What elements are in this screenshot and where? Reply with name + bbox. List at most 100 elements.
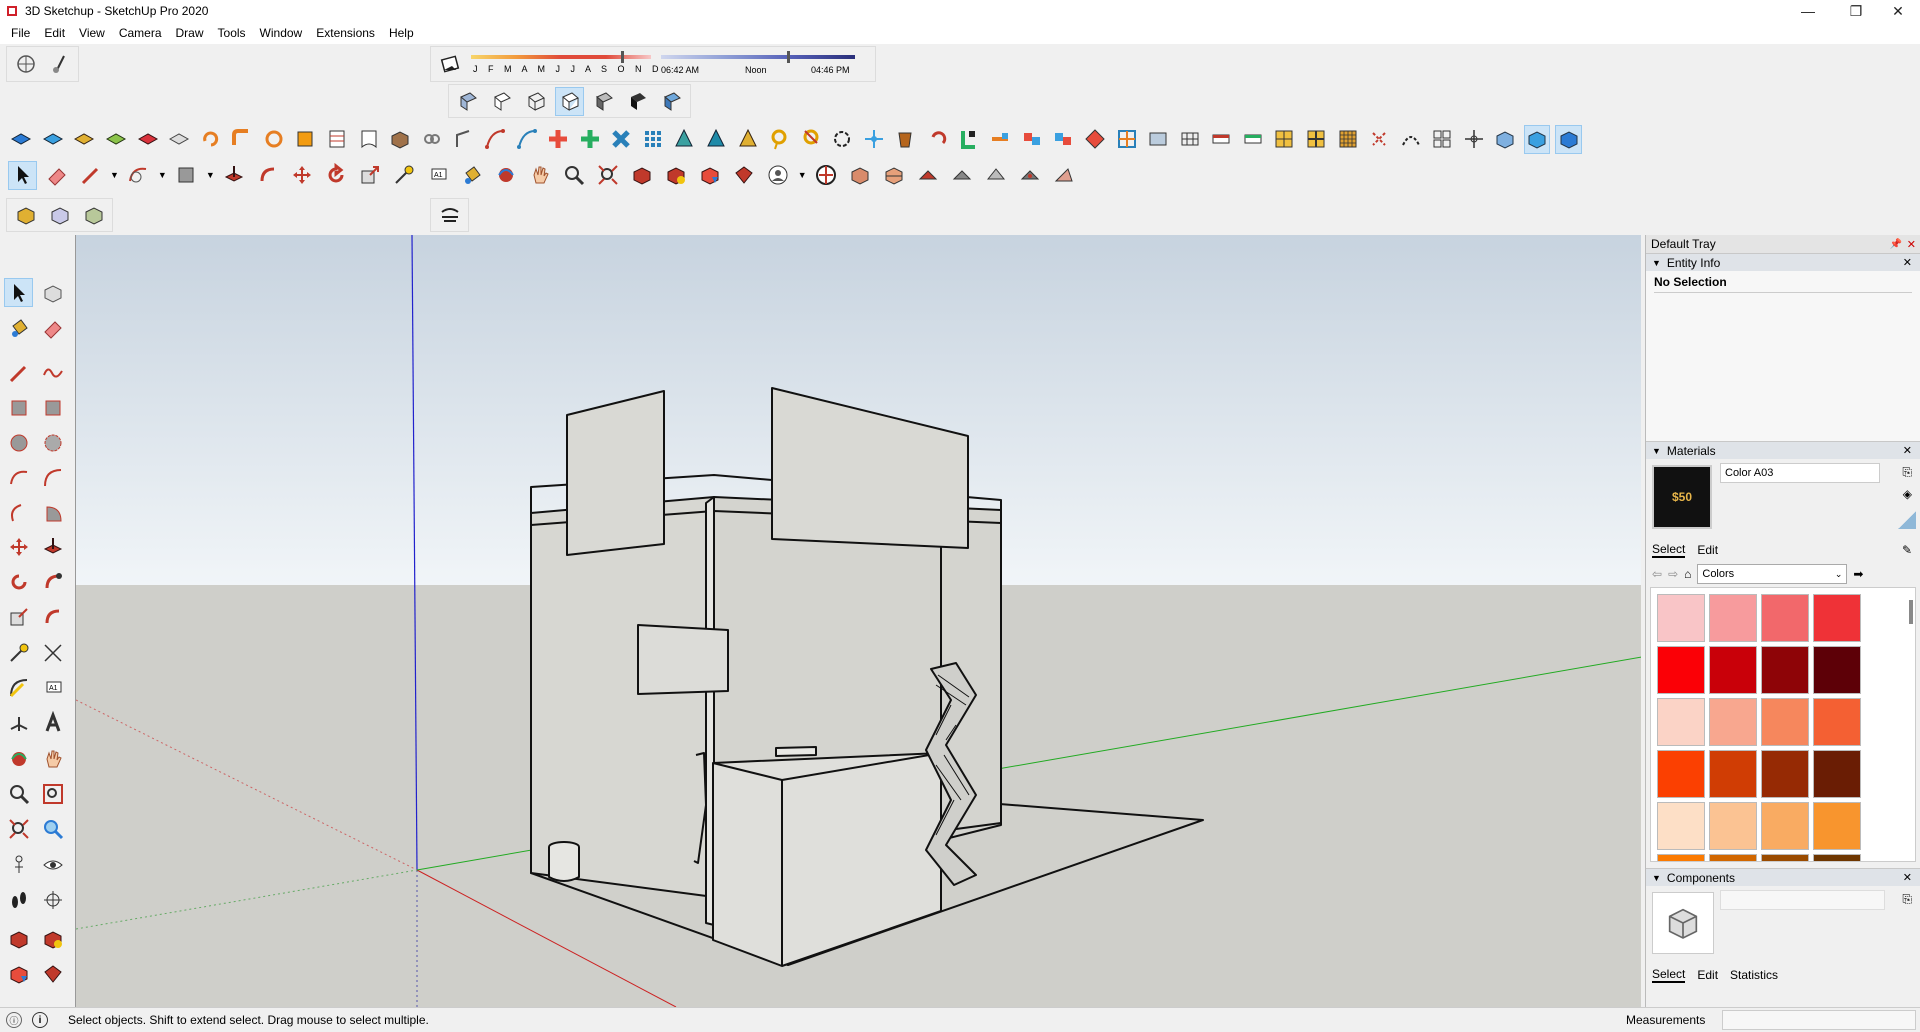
- offset-icon[interactable]: [261, 125, 288, 154]
- tray-close-icon[interactable]: ✕: [1907, 238, 1916, 251]
- component-name-field[interactable]: [1720, 890, 1885, 910]
- share-model-icon[interactable]: [662, 161, 691, 190]
- delete-point-icon[interactable]: [608, 125, 635, 154]
- soften-edges-icon[interactable]: [435, 201, 464, 230]
- color-swatch[interactable]: [1761, 594, 1809, 642]
- join-icon[interactable]: [1019, 125, 1046, 154]
- menu-file[interactable]: File: [4, 26, 37, 40]
- color-swatch[interactable]: [1813, 854, 1861, 861]
- add-point-icon[interactable]: [545, 125, 572, 154]
- profile-icon[interactable]: [450, 125, 477, 154]
- outer-shell-icon[interactable]: [11, 201, 40, 230]
- sandbox-flip-icon[interactable]: [1050, 161, 1079, 190]
- color-swatch[interactable]: [1761, 698, 1809, 746]
- follow-me-tool-icon[interactable]: [254, 161, 283, 190]
- menu-tools[interactable]: Tools: [211, 26, 253, 40]
- components-close-icon[interactable]: ✕: [1903, 871, 1912, 884]
- move-icon[interactable]: [4, 532, 33, 561]
- pyramid-icon[interactable]: [703, 125, 730, 154]
- rotated-rectangle-icon[interactable]: [38, 393, 67, 422]
- chain-icon[interactable]: [419, 125, 446, 154]
- color-swatch[interactable]: [1813, 698, 1861, 746]
- position-camera-icon[interactable]: [4, 850, 33, 879]
- xray-icon[interactable]: [453, 87, 482, 116]
- shape-dropdown-icon[interactable]: ▼: [206, 170, 215, 180]
- follow-me-left-icon[interactable]: [38, 567, 67, 596]
- select-tool-icon[interactable]: [8, 160, 37, 190]
- color-swatch[interactable]: [1657, 854, 1705, 861]
- tent-icon[interactable]: [734, 125, 761, 154]
- select-icon[interactable]: [4, 278, 33, 307]
- protractor-icon[interactable]: [4, 673, 33, 702]
- color-swatch[interactable]: [1709, 646, 1757, 694]
- sandbox-drape-icon[interactable]: [982, 161, 1011, 190]
- color-swatch[interactable]: [1761, 802, 1809, 850]
- rotate-tool-icon[interactable]: [322, 161, 351, 190]
- month-slider[interactable]: J F M A M J J A S O N D: [469, 49, 659, 79]
- curve-handles-icon[interactable]: [513, 125, 540, 154]
- mesh-icon[interactable]: [1176, 125, 1203, 154]
- rectangle-tool-icon[interactable]: [292, 125, 319, 154]
- sandbox-stamp-icon[interactable]: [948, 161, 977, 190]
- section-plane-left-icon[interactable]: [38, 885, 67, 914]
- grid-fill-icon[interactable]: [1271, 125, 1298, 154]
- polygon-icon[interactable]: [38, 428, 67, 457]
- scale-icon[interactable]: [4, 602, 33, 631]
- color-swatch[interactable]: [1709, 594, 1757, 642]
- default-material-icon[interactable]: [1898, 511, 1916, 529]
- box-icon[interactable]: [387, 125, 414, 154]
- move-tool-icon[interactable]: [288, 161, 317, 190]
- sandbox-smoove-icon[interactable]: [914, 161, 943, 190]
- zoom-window-icon[interactable]: [38, 779, 67, 808]
- sandbox-detail-icon[interactable]: [1016, 161, 1045, 190]
- undo-curve-icon[interactable]: [924, 125, 951, 154]
- eraser-tool-icon[interactable]: [42, 161, 71, 190]
- zoom-left-icon[interactable]: [4, 779, 33, 808]
- grid-icon[interactable]: [324, 125, 351, 154]
- orbit-left-icon[interactable]: [4, 744, 33, 773]
- text-icon[interactable]: A1: [38, 673, 67, 702]
- back-edges-icon[interactable]: [487, 87, 516, 116]
- color-swatch[interactable]: [1657, 594, 1705, 642]
- extension-warehouse-left-icon[interactable]: [38, 959, 67, 988]
- array-icon[interactable]: [640, 125, 667, 154]
- add-detail-icon[interactable]: [166, 125, 193, 154]
- pan-left-icon[interactable]: [38, 744, 67, 773]
- toggle-terrain-icon[interactable]: [45, 50, 74, 79]
- color-swatch[interactable]: [1657, 698, 1705, 746]
- entity-info-header[interactable]: ▼ Entity Info ✕: [1646, 253, 1920, 271]
- user-account-icon[interactable]: [764, 161, 793, 190]
- color-swatch[interactable]: [1761, 750, 1809, 798]
- color-swatch[interactable]: [1813, 646, 1861, 694]
- color-swatch[interactable]: [1657, 802, 1705, 850]
- minimize-button[interactable]: —: [1786, 0, 1830, 22]
- color-swatch[interactable]: [1813, 750, 1861, 798]
- stamp-icon[interactable]: [103, 125, 130, 154]
- instructor-icon[interactable]: i: [32, 1012, 48, 1028]
- components-edit-tab[interactable]: Edit: [1697, 968, 1718, 982]
- smoove-icon[interactable]: [71, 125, 98, 154]
- extend-icon[interactable]: [987, 125, 1014, 154]
- line-dropdown-icon[interactable]: ▼: [110, 170, 119, 180]
- push-pull-icon[interactable]: [220, 161, 249, 190]
- drape-icon[interactable]: [134, 125, 161, 154]
- lasso-remove-icon[interactable]: [797, 125, 824, 154]
- menu-camera[interactable]: Camera: [112, 26, 169, 40]
- component-options-icon[interactable]: [1492, 125, 1519, 154]
- slab-icon[interactable]: [1208, 125, 1235, 154]
- model-canvas[interactable]: [76, 235, 1641, 1007]
- pan-icon[interactable]: [526, 161, 555, 190]
- color-swatch[interactable]: [1709, 854, 1757, 861]
- components-header[interactable]: ▼ Components ✕: [1646, 868, 1920, 886]
- roof-icon[interactable]: [1240, 125, 1267, 154]
- display-secondary-icon[interactable]: ◈: [1903, 487, 1912, 501]
- curve-points-icon[interactable]: [482, 125, 509, 154]
- component-options-icon[interactable]: ⎘: [1902, 892, 1912, 907]
- lasso-icon[interactable]: [766, 125, 793, 154]
- time-slider[interactable]: 06:42 AM Noon 04:46 PM: [659, 49, 859, 79]
- drawing-viewport[interactable]: [75, 235, 1641, 1007]
- material-name-input[interactable]: [1720, 463, 1880, 483]
- swatch-scrollbar[interactable]: [1909, 600, 1913, 624]
- color-swatch[interactable]: [1813, 802, 1861, 850]
- arc-dropdown-icon[interactable]: ▼: [158, 170, 167, 180]
